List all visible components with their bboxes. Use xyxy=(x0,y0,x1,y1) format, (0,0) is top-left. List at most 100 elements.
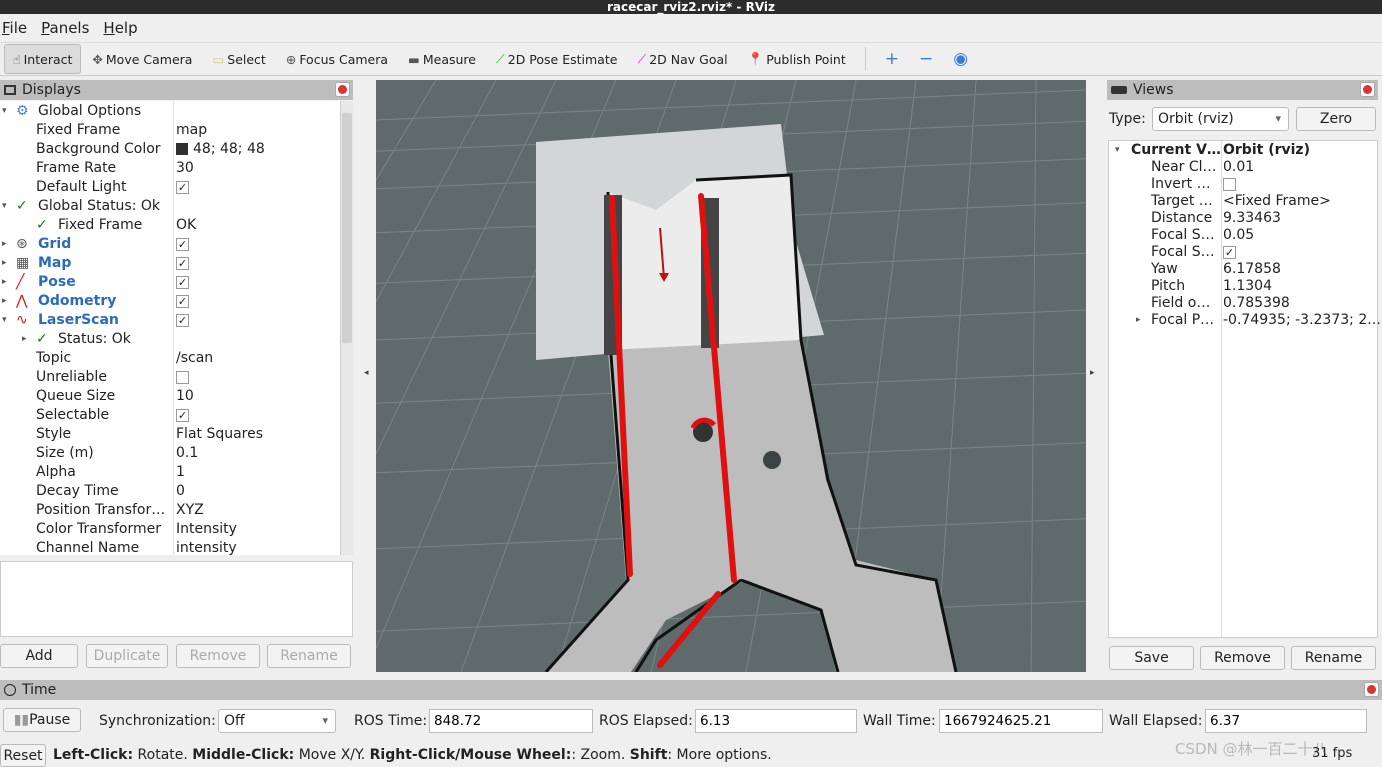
property-value[interactable]: ✓ xyxy=(176,273,189,292)
display-row[interactable]: Size (m) 0.1 xyxy=(0,444,340,463)
expand-open-icon[interactable]: ▾ xyxy=(2,197,7,216)
menu-help[interactable]: Help xyxy=(103,14,137,40)
view-property-row[interactable]: Field o… 0.785398 xyxy=(1109,295,1377,312)
color-swatch[interactable] xyxy=(176,143,188,155)
property-value[interactable]: 6.17858 xyxy=(1223,261,1281,278)
property-value[interactable]: -0.74935; -3.2373; 2.… xyxy=(1223,312,1382,329)
display-row[interactable]: ▾ ✓ Global Status: Ok xyxy=(0,197,340,216)
property-value[interactable]: ✓ xyxy=(176,292,189,311)
checkbox[interactable]: ✓ xyxy=(176,408,189,422)
display-row[interactable]: ▸ ▦ Map ✓ xyxy=(0,254,340,273)
expand-closed-icon[interactable]: ▸ xyxy=(1136,312,1141,329)
checkbox[interactable]: ✓ xyxy=(176,256,189,270)
view-type-select[interactable]: Orbit (rviz) xyxy=(1152,107,1289,131)
tool-2d-pose-estimate[interactable]: ⟋ 2D Pose Estimate xyxy=(487,44,626,74)
checkbox[interactable]: ✓ xyxy=(176,275,189,289)
checkbox[interactable]: ✓ xyxy=(176,294,189,308)
view-property-row[interactable]: ▸ Focal P… -0.74935; -3.2373; 2.… xyxy=(1109,312,1382,329)
expand-open-icon[interactable]: ▾ xyxy=(1115,142,1120,159)
close-time-button[interactable] xyxy=(1364,682,1379,697)
property-value[interactable]: 30 xyxy=(176,159,194,178)
sync-select[interactable]: Off xyxy=(218,709,336,733)
display-row[interactable]: Frame Rate 30 xyxy=(0,159,340,178)
displays-scrollbar[interactable] xyxy=(340,101,353,555)
ros-time-field[interactable] xyxy=(429,709,593,733)
view-property-row[interactable]: Focal S… 0.05 xyxy=(1109,227,1377,244)
display-row[interactable]: Unreliable xyxy=(0,368,340,387)
property-value[interactable]: Orbit (rviz) xyxy=(1223,142,1310,159)
display-row[interactable]: Background Color 48; 48; 48 xyxy=(0,140,340,159)
checkbox[interactable]: ✓ xyxy=(176,180,189,194)
tool-measure[interactable]: ▬ Measure xyxy=(399,44,485,74)
display-row[interactable]: Alpha 1 xyxy=(0,463,340,482)
display-row[interactable]: ▸ ✓ Status: Ok xyxy=(0,330,340,349)
view-property-row[interactable]: ▾ Current V… Orbit (rviz) xyxy=(1109,142,1377,159)
display-row[interactable]: ▾ ∿ LaserScan ✓ xyxy=(0,311,340,330)
property-value[interactable]: Flat Squares xyxy=(176,425,263,444)
view-property-row[interactable]: Pitch 1.1304 xyxy=(1109,278,1377,295)
view-property-row[interactable]: Focal S… ✓ xyxy=(1109,244,1377,261)
property-value[interactable]: 0 xyxy=(176,482,185,501)
scrollbar-thumb[interactable] xyxy=(342,113,352,343)
display-row[interactable]: Decay Time 0 xyxy=(0,482,340,501)
eye-icon[interactable]: ◉ xyxy=(944,44,977,74)
remove-display-button[interactable]: Remove xyxy=(176,644,260,668)
property-value[interactable]: Intensity xyxy=(176,520,237,539)
zero-view-button[interactable]: Zero xyxy=(1296,107,1376,131)
property-value[interactable]: ✓ xyxy=(176,235,189,254)
view-property-row[interactable]: Near Cl… 0.01 xyxy=(1109,159,1377,176)
minus-icon[interactable]: − xyxy=(910,44,942,74)
property-value[interactable]: /scan xyxy=(176,349,213,368)
view-property-row[interactable]: Distance 9.33463 xyxy=(1109,210,1377,227)
property-value[interactable]: ✓ xyxy=(176,406,189,425)
property-value[interactable]: 10 xyxy=(176,387,194,406)
property-value[interactable]: 1.1304 xyxy=(1223,278,1272,295)
view-property-row[interactable]: Target … <Fixed Frame> xyxy=(1109,193,1377,210)
display-row[interactable]: Default Light ✓ xyxy=(0,178,340,197)
plus-icon[interactable]: + xyxy=(876,44,908,74)
menu-file[interactable]: File xyxy=(2,14,27,40)
property-value[interactable]: 1 xyxy=(176,463,185,482)
close-views-button[interactable] xyxy=(1360,82,1375,97)
tool-interact[interactable]: ☝ Interact xyxy=(4,44,82,74)
display-row[interactable]: Channel Name intensity xyxy=(0,539,340,555)
display-row[interactable]: Queue Size 10 xyxy=(0,387,340,406)
expand-open-icon[interactable]: ▾ xyxy=(2,311,7,330)
property-value[interactable]: ✓ xyxy=(176,311,189,330)
tool-move-camera[interactable]: ✥ Move Camera xyxy=(83,44,201,74)
property-value[interactable]: 48; 48; 48 xyxy=(176,140,265,159)
collapse-right-icon[interactable]: ▸ xyxy=(1090,368,1095,378)
property-value[interactable] xyxy=(1223,176,1236,193)
property-value[interactable]: ✓ xyxy=(176,254,189,273)
tool-focus-camera[interactable]: ⊕ Focus Camera xyxy=(277,44,397,74)
property-value[interactable]: 0.785398 xyxy=(1223,295,1290,312)
display-row[interactable]: Style Flat Squares xyxy=(0,425,340,444)
wall-time-field[interactable] xyxy=(939,709,1103,733)
display-row[interactable]: ▸ ⋀ Odometry ✓ xyxy=(0,292,340,311)
property-value[interactable]: ✓ xyxy=(1223,244,1236,261)
property-value[interactable]: 0.05 xyxy=(1223,227,1254,244)
checkbox[interactable] xyxy=(176,370,189,384)
pause-button[interactable]: ▮▮Pause xyxy=(3,708,81,732)
property-value[interactable] xyxy=(176,368,189,387)
collapse-left-icon[interactable]: ◂ xyxy=(364,368,369,378)
checkbox[interactable]: ✓ xyxy=(1223,245,1236,259)
property-value[interactable]: ✓ xyxy=(176,178,189,197)
display-row[interactable]: ▾ ⚙ Global Options xyxy=(0,102,340,121)
display-row[interactable]: Topic/scan xyxy=(0,349,340,368)
display-row[interactable]: Color Transformer Intensity xyxy=(0,520,340,539)
display-row[interactable]: ▸ ⊛ Grid ✓ xyxy=(0,235,340,254)
display-row[interactable]: ▸ ╱ Pose ✓ xyxy=(0,273,340,292)
rename-view-button[interactable]: Rename xyxy=(1291,646,1376,670)
property-value[interactable]: 9.33463 xyxy=(1223,210,1281,227)
display-row[interactable]: Position Transfor… XYZ xyxy=(0,501,340,520)
display-row[interactable]: Selectable ✓ xyxy=(0,406,340,425)
view-property-row[interactable]: Invert … xyxy=(1109,176,1377,193)
close-displays-button[interactable] xyxy=(335,82,350,97)
expand-closed-icon[interactable]: ▸ xyxy=(22,330,27,349)
property-value[interactable]: <Fixed Frame> xyxy=(1223,193,1331,210)
duplicate-display-button[interactable]: Duplicate xyxy=(86,644,168,668)
expand-closed-icon[interactable]: ▸ xyxy=(2,273,7,292)
property-value[interactable]: XYZ xyxy=(176,501,204,520)
property-value[interactable]: OK xyxy=(176,216,196,235)
